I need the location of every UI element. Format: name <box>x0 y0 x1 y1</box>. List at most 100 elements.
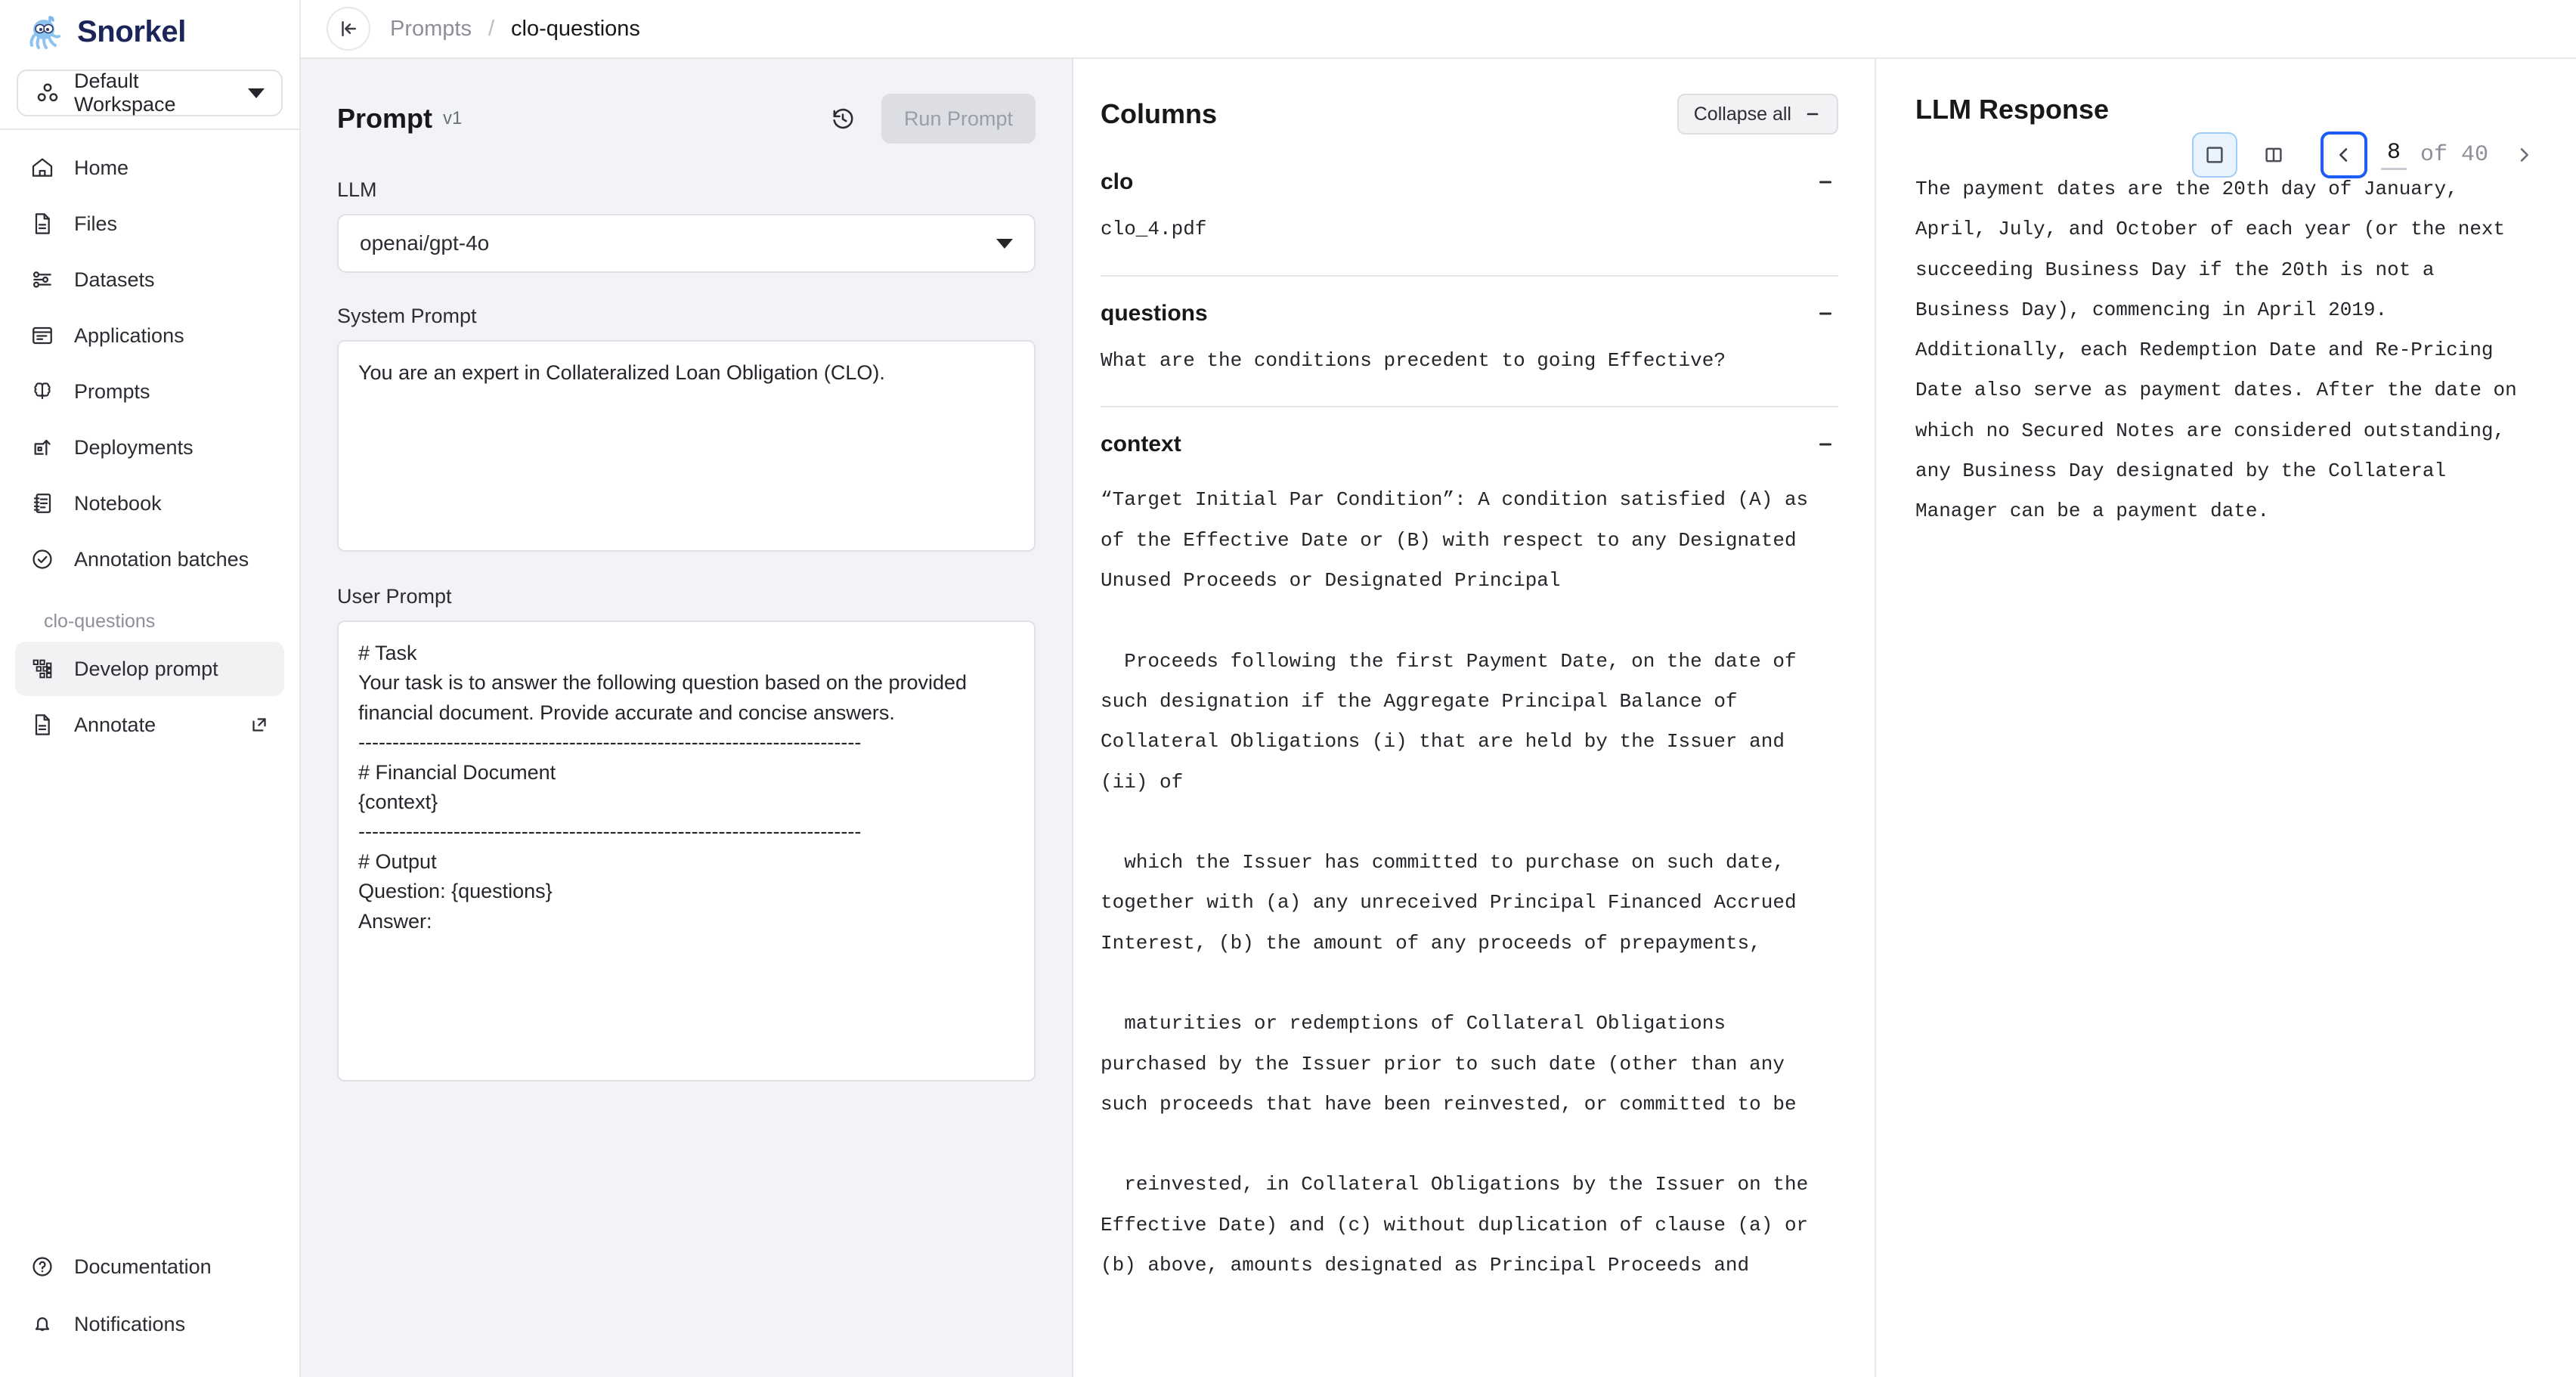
columns-panel: Columns Collapse all clo clo_4.pdf quest… <box>1073 59 1876 1377</box>
topbar: Prompts / clo-questions <box>301 0 2576 59</box>
main-area: Prompts / clo-questions 8 of 40 Prompt v… <box>301 0 2576 1377</box>
prompt-header: Prompt v1 Run Prompt <box>337 94 1036 144</box>
sidebar-item-label: Datasets <box>74 268 155 291</box>
sidebar-group-title: clo-questions <box>44 611 156 632</box>
column-section-name: context <box>1101 432 1181 457</box>
breadcrumb-parent[interactable]: Prompts <box>390 17 472 42</box>
sidebar-item-develop-prompt[interactable]: Develop prompt <box>15 642 284 696</box>
sidebar-item-home[interactable]: Home <box>15 141 284 195</box>
column-section-clo: clo clo_4.pdf <box>1101 169 1838 275</box>
minus-icon <box>1819 312 1832 315</box>
sidebar-bottom: Documentation Notifications <box>0 1239 299 1377</box>
prompt-history-button[interactable] <box>824 100 862 138</box>
sidebar-item-label: Deployments <box>74 435 194 459</box>
llm-response-title: LLM Response <box>1915 94 2110 125</box>
sidebar-item-label: Annotate <box>74 713 156 736</box>
system-prompt-label: System Prompt <box>337 305 477 327</box>
sidebar-item-notifications[interactable]: Notifications <box>15 1297 284 1351</box>
column-section-header[interactable]: clo <box>1101 169 1838 195</box>
main-content-wrap: of 40 Prompt v1 <box>301 59 2576 1377</box>
home-icon <box>29 154 56 181</box>
sidebar-item-label: Applications <box>74 323 184 347</box>
external-link-icon <box>248 713 271 736</box>
prompt-title: Prompt <box>337 103 432 134</box>
page-number-input[interactable] <box>2380 140 2407 170</box>
sidebar-item-files[interactable]: Files <box>15 196 284 251</box>
deploy-upload-icon <box>29 434 56 461</box>
sidebar-item-label: Notifications <box>74 1312 186 1335</box>
sidebar-item-annotate[interactable]: Annotate <box>15 698 284 752</box>
sidebar-item-datasets[interactable]: Datasets <box>15 252 284 307</box>
sidebar-item-applications[interactable]: Applications <box>15 308 284 363</box>
bell-icon <box>29 1310 56 1338</box>
column-section-value: “Target Initial Par Condition”: A condit… <box>1101 488 1809 1277</box>
column-section-context: context “Target Initial Par Condition”: … <box>1101 406 1838 1292</box>
collapse-sidebar-button[interactable] <box>327 7 370 51</box>
system-prompt-input[interactable]: You are an expert in Collateralized Loan… <box>337 340 1036 552</box>
next-page-button[interactable] <box>2502 133 2546 177</box>
sidebar-item-label: Notebook <box>74 491 162 515</box>
app-root: Snorkel Default Workspace Home Files Dat… <box>0 0 2576 1377</box>
llm-select[interactable]: openai/gpt-4o <box>337 214 1036 273</box>
notebook-icon <box>29 490 56 517</box>
previous-page-button[interactable] <box>2320 132 2367 178</box>
column-section-value: clo_4.pdf <box>1101 218 1207 240</box>
collapse-section-button[interactable] <box>1813 301 1838 326</box>
columns-title: Columns <box>1101 98 1218 129</box>
file-icon <box>29 210 56 237</box>
collapse-all-label: Collapse all <box>1693 103 1791 125</box>
sidebar-item-prompts[interactable]: Prompts <box>15 364 284 419</box>
llm-response-panel: LLM Response The payment dates are the 2… <box>1876 59 2576 1377</box>
column-section-value: What are the conditions precedent to goi… <box>1101 348 1726 372</box>
collapse-section-button[interactable] <box>1813 169 1838 195</box>
column-section-name: questions <box>1101 300 1208 326</box>
sidebar-item-deployments[interactable]: Deployments <box>15 420 284 475</box>
column-section-header[interactable]: questions <box>1101 301 1838 326</box>
file-icon <box>29 711 56 738</box>
sidebar-item-label: Annotation batches <box>74 547 249 571</box>
prompt-panel: Prompt v1 Run Prompt LLM openai/gpt-4o S… <box>301 59 1073 1377</box>
llm-label: LLM <box>337 178 377 201</box>
brand[interactable]: Snorkel <box>0 0 299 59</box>
help-circle-icon <box>29 1253 56 1280</box>
brand-name: Snorkel <box>77 14 186 48</box>
collapse-all-button[interactable]: Collapse all <box>1677 94 1838 135</box>
sidebar: Snorkel Default Workspace Home Files Dat… <box>0 0 301 1377</box>
split-pane-icon <box>2265 147 2282 162</box>
user-prompt-label: User Prompt <box>337 585 452 608</box>
body-row: Prompt v1 Run Prompt LLM openai/gpt-4o S… <box>301 59 2576 1377</box>
user-prompt-input[interactable]: # Task Your task is to answer the follow… <box>337 620 1036 1081</box>
history-clock-icon <box>833 108 853 129</box>
check-circle-icon <box>29 546 56 573</box>
grid-blocks-icon <box>29 655 56 682</box>
run-prompt-button[interactable]: Run Prompt <box>881 94 1036 144</box>
sidebar-item-notebook[interactable]: Notebook <box>15 476 284 531</box>
chevron-down-icon <box>248 88 265 98</box>
brain-icon <box>29 378 56 405</box>
chevron-left-icon <box>2339 148 2348 162</box>
llm-response-body: The payment dates are the 20th day of Ja… <box>1915 178 2529 523</box>
collapse-sidebar-icon <box>342 21 356 36</box>
collapse-section-button[interactable] <box>1813 432 1838 457</box>
llm-selected-value: openai/gpt-4o <box>360 231 490 255</box>
sidebar-item-label: Documentation <box>74 1255 212 1278</box>
prompt-header-actions: Run Prompt <box>824 94 1036 144</box>
application-panel-icon <box>29 322 56 349</box>
columns-header: Columns Collapse all <box>1101 94 1838 135</box>
octopus-snorkel-logo <box>29 16 60 49</box>
minus-icon <box>1819 181 1832 184</box>
prompt-version: v1 <box>443 108 463 128</box>
sidebar-item-annotation-batches[interactable]: Annotation batches <box>15 532 284 586</box>
page-total-label: of 40 <box>2420 142 2488 168</box>
column-section-header[interactable]: context <box>1101 432 1838 457</box>
single-pane-view-toggle[interactable] <box>2191 132 2237 178</box>
minus-icon <box>1807 113 1819 116</box>
column-section-name: clo <box>1101 169 1134 194</box>
sidebar-item-documentation[interactable]: Documentation <box>15 1239 284 1294</box>
split-pane-view-toggle[interactable] <box>2251 132 2296 178</box>
breadcrumb: Prompts / clo-questions <box>390 17 640 42</box>
workspace-selector[interactable]: Default Workspace <box>17 70 283 116</box>
sidebar-nav: Home Files Datasets Applications Prompts… <box>0 130 299 752</box>
